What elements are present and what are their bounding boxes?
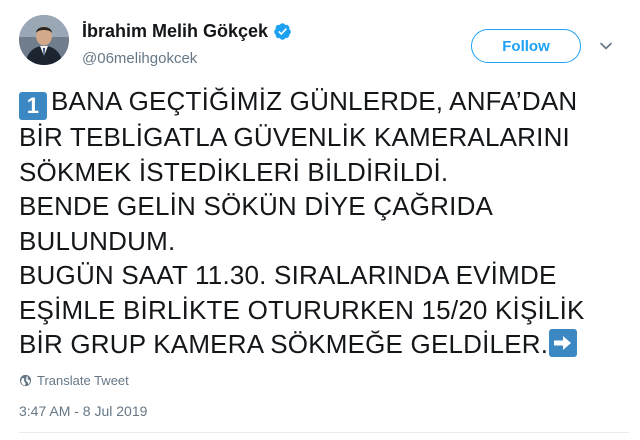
- avatar[interactable]: [19, 15, 69, 65]
- chevron-down-icon[interactable]: [598, 38, 614, 54]
- profile-photo-icon: [19, 15, 69, 65]
- tweet-line: BULUNDUM.: [19, 225, 176, 256]
- divider: [19, 432, 629, 433]
- author-display-name[interactable]: İbrahim Melih Gökçek: [82, 21, 268, 42]
- tweet-line: EŞİMLE BİRLİKTE OTURURKEN 15/20 KİŞİLİK: [19, 294, 585, 325]
- keycap-one-emoji: 1: [19, 92, 47, 120]
- tweet-line: BUGÜN SAAT 11.30. SIRALARINDA EVİMDE: [19, 260, 557, 290]
- tweet-text: 1 BANA GEÇTİĞİMİZ GÜNLERDE, ANFA’DAN BİR …: [19, 84, 629, 362]
- translate-tweet-link[interactable]: Translate Tweet: [19, 373, 129, 388]
- verified-badge-icon: [273, 22, 292, 41]
- tweet-line: 1 BANA GEÇTİĞİMİZ GÜNLERDE, ANFA’DAN: [19, 84, 629, 120]
- tweet-line: SÖKMEK İSTEDİKLERİ BİLDİRİLDİ.: [19, 156, 449, 187]
- author-name-row: İbrahim Melih Gökçek: [82, 21, 292, 42]
- tweet-line-text: BİR GRUP KAMERA SÖKMEĞE GELDİLER.: [19, 329, 549, 359]
- tweet-line: BİR TEBLİGATLA GÜVENLİK KAMERALARINI: [19, 122, 570, 152]
- tweet-line: BENDE GELİN SÖKÜN DİYE ÇAĞRIDA: [19, 191, 494, 221]
- tweet-line: BİR GRUP KAMERA SÖKMEĞE GELDİLER.: [19, 327, 629, 362]
- tweet-line-text: BANA GEÇTİĞİMİZ GÜNLERDE, ANFA’DAN: [51, 86, 578, 116]
- author-handle[interactable]: @06melihgokcek: [82, 50, 197, 67]
- translate-tweet-label: Translate Tweet: [37, 373, 129, 388]
- follow-button[interactable]: Follow: [471, 29, 581, 63]
- tweet-card: İbrahim Melih Gökçek @06melihgokcek Foll…: [0, 0, 640, 440]
- right-arrow-icon: [549, 329, 578, 357]
- globe-icon: [19, 374, 32, 387]
- tweet-timestamp[interactable]: 3:47 AM - 8 Jul 2019: [19, 403, 147, 419]
